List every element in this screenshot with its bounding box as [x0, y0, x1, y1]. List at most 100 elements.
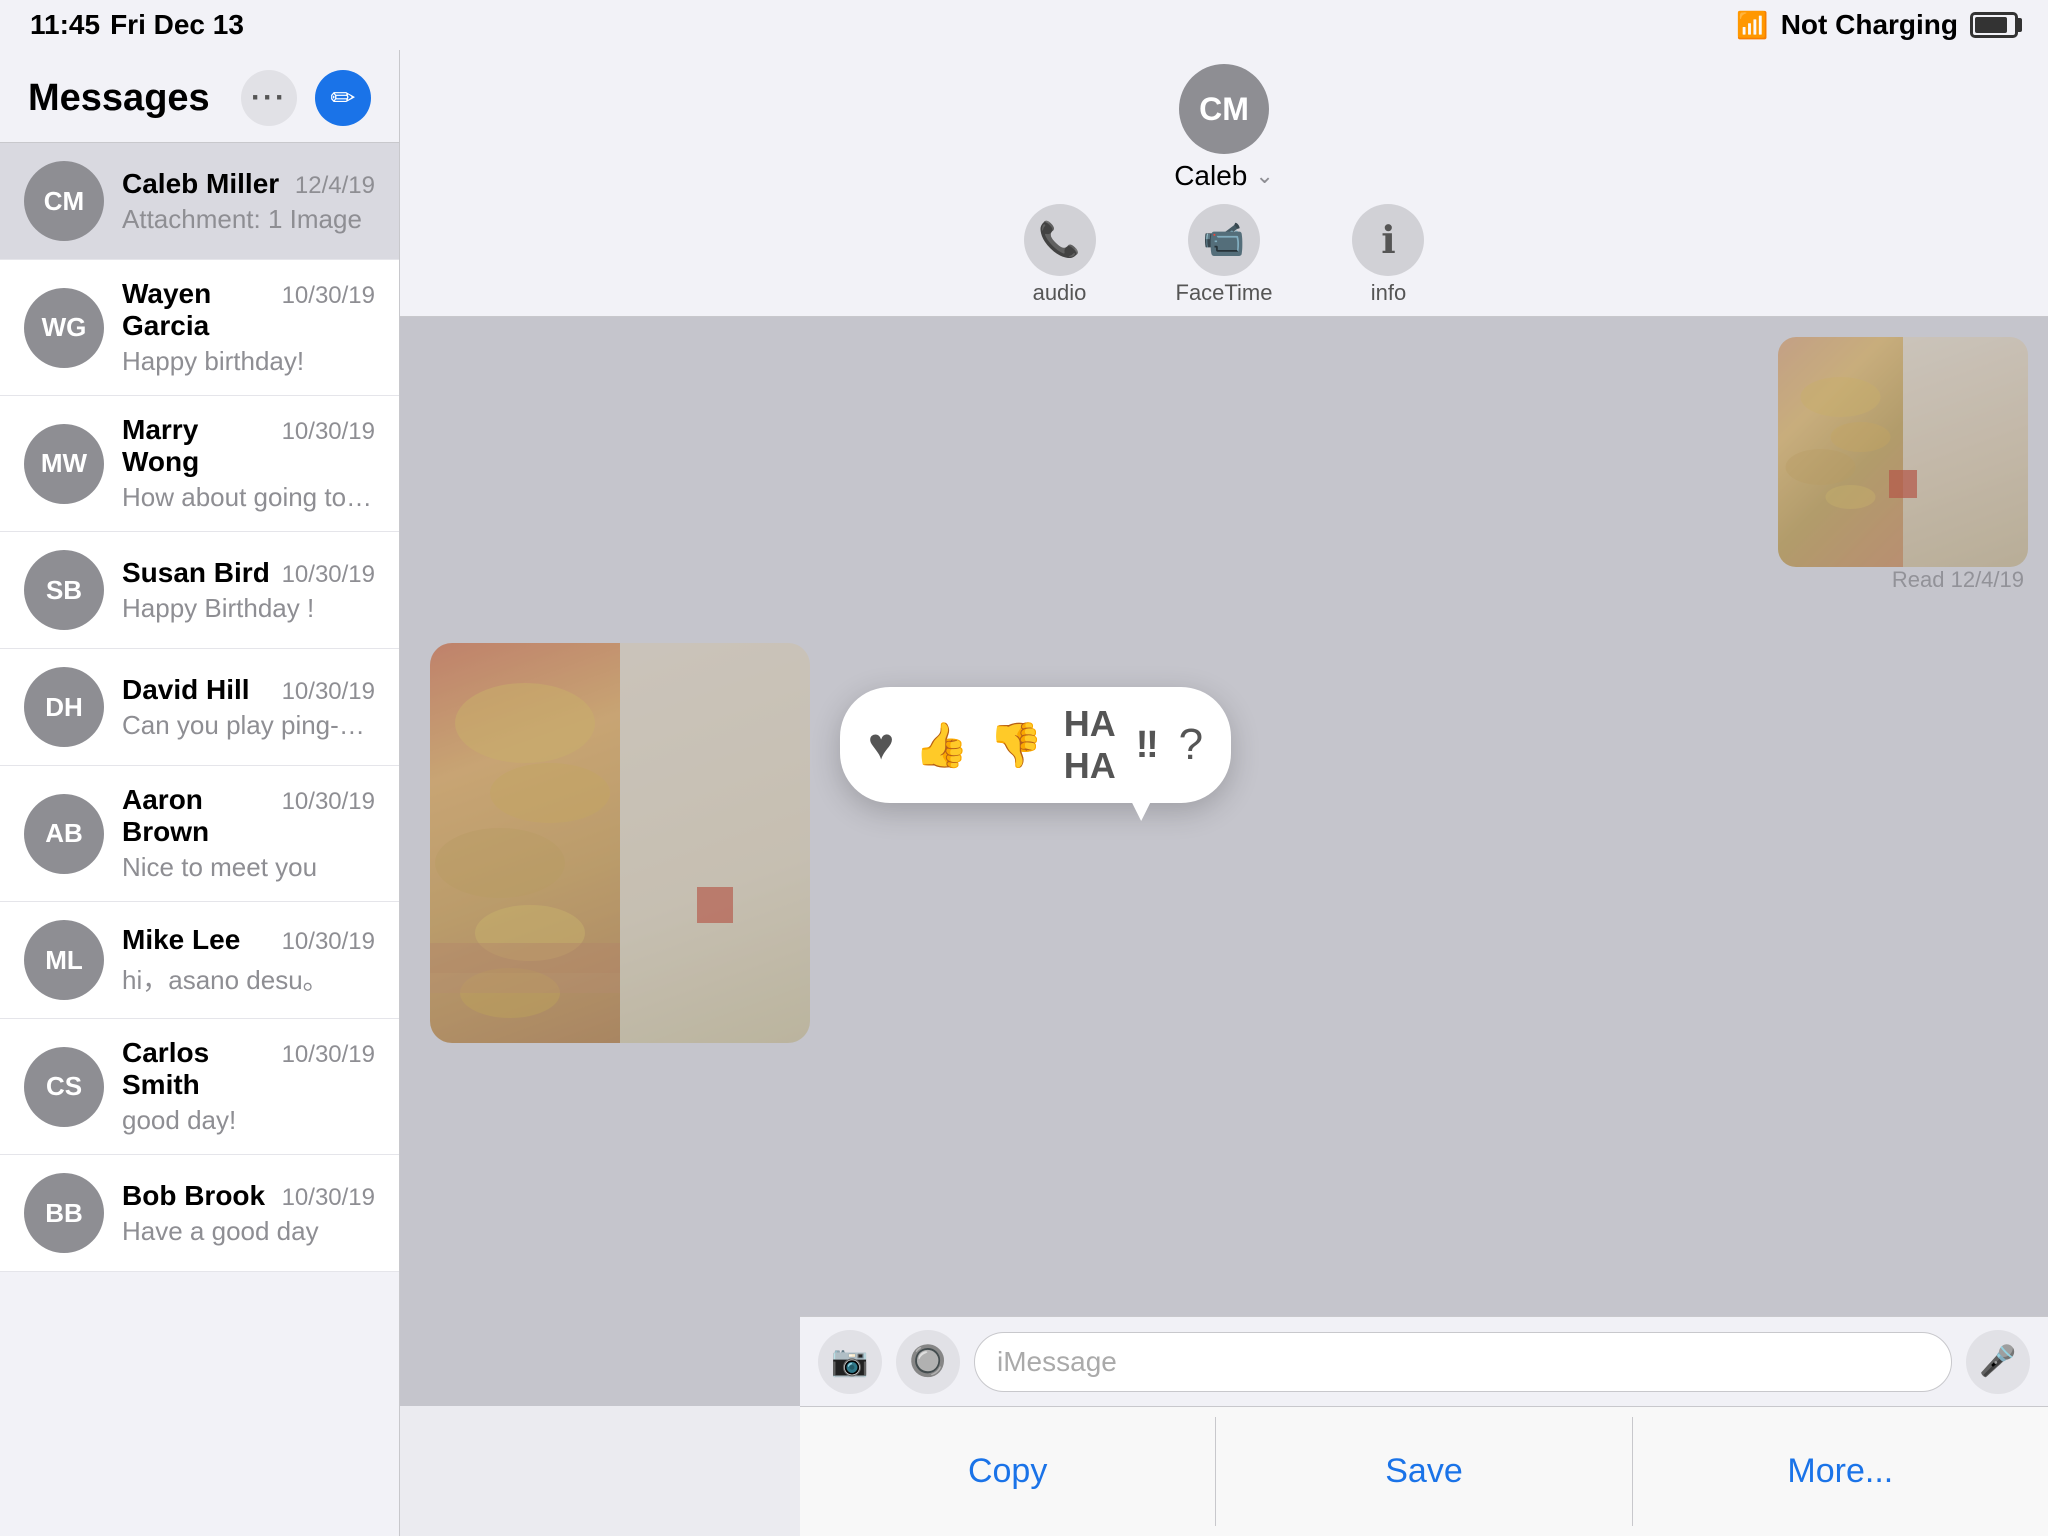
- conv-content: Caleb Miller 12/4/19 Attachment: 1 Image: [122, 168, 375, 235]
- chat-area: CM Caleb ⌄ 📞 audio 📹 FaceTime ℹ info: [400, 50, 2048, 1536]
- imessage-input[interactable]: iMessage: [974, 1332, 1952, 1392]
- info-action-button[interactable]: ℹ info: [1352, 204, 1424, 306]
- tapback-thumbsdown[interactable]: 👎: [989, 719, 1044, 771]
- conv-preview: Have a good day: [122, 1216, 375, 1247]
- chat-header: CM Caleb ⌄ 📞 audio 📹 FaceTime ℹ info: [400, 50, 2048, 317]
- input-bar: 📷 🔘 iMessage 🎤: [800, 1316, 2048, 1406]
- conversation-item-ab[interactable]: AB Aaron Brown 10/30/19 Nice to meet you: [0, 766, 399, 902]
- imessage-placeholder: iMessage: [997, 1346, 1117, 1378]
- avatar-bb: BB: [24, 1173, 104, 1253]
- overlay-dim: [400, 317, 2048, 1406]
- more-button[interactable]: ···: [241, 70, 297, 126]
- conv-date: 10/30/19: [282, 418, 375, 446]
- tapback-heart[interactable]: ♥: [868, 720, 894, 770]
- conv-name: Bob Brook: [122, 1180, 265, 1212]
- facetime-action-button[interactable]: 📹 FaceTime: [1176, 204, 1273, 306]
- avatar-mw: MW: [24, 424, 104, 504]
- conversation-item-sb[interactable]: SB Susan Bird 10/30/19 Happy Birthday !: [0, 532, 399, 649]
- tapback-question[interactable]: ?: [1179, 720, 1203, 770]
- sidebar-header: Messages ··· ✏: [0, 50, 399, 143]
- conv-name: Carlos Smith: [122, 1037, 282, 1101]
- conv-top: Marry Wong 10/30/19: [122, 414, 375, 478]
- contact-name: Caleb: [1174, 160, 1247, 192]
- conversation-item-wg[interactable]: WG Wayen Garcia 10/30/19 Happy birthday!: [0, 260, 399, 396]
- conversations-list: CM Caleb Miller 12/4/19 Attachment: 1 Im…: [0, 143, 399, 1536]
- status-left: 11:45 Fri Dec 13: [30, 9, 244, 41]
- action-sheet: Copy Save More...: [800, 1406, 2048, 1536]
- conv-content: Carlos Smith 10/30/19 good day!: [122, 1037, 375, 1136]
- conv-top: Carlos Smith 10/30/19: [122, 1037, 375, 1101]
- audio-icon: 📞: [1024, 204, 1096, 276]
- conv-preview: Nice to meet you: [122, 852, 375, 883]
- contact-name-row[interactable]: Caleb ⌄: [1174, 160, 1274, 192]
- info-icon: ℹ: [1352, 204, 1424, 276]
- conv-preview: Can you play ping-pong?: [122, 710, 375, 741]
- status-bar: 11:45 Fri Dec 13 📶 Not Charging: [0, 0, 2048, 50]
- conv-date: 10/30/19: [282, 561, 375, 589]
- copy-button[interactable]: Copy: [800, 1407, 1215, 1536]
- conv-content: Bob Brook 10/30/19 Have a good day: [122, 1180, 375, 1247]
- conv-date: 10/30/19: [282, 678, 375, 706]
- conversation-item-dh[interactable]: DH David Hill 10/30/19 Can you play ping…: [0, 649, 399, 766]
- conv-name: Wayen Garcia: [122, 278, 282, 342]
- avatar-dh: DH: [24, 667, 104, 747]
- apps-button[interactable]: 🔘: [896, 1330, 960, 1394]
- tapback-thumbsup[interactable]: 👍: [914, 719, 969, 771]
- avatar-cs: CS: [24, 1047, 104, 1127]
- conversation-item-cs[interactable]: CS Carlos Smith 10/30/19 good day!: [0, 1019, 399, 1155]
- contact-initials: CM: [1199, 91, 1249, 128]
- conv-preview: good day!: [122, 1105, 375, 1136]
- avatar-wg: WG: [24, 288, 104, 368]
- tapback-haha[interactable]: HAHA: [1064, 703, 1116, 787]
- more-icon: ···: [251, 81, 287, 115]
- audio-action-button[interactable]: 📞 audio: [1024, 204, 1096, 306]
- conv-top: Caleb Miller 12/4/19: [122, 168, 375, 200]
- conv-preview: Happy Birthday !: [122, 593, 375, 624]
- conv-top: Wayen Garcia 10/30/19: [122, 278, 375, 342]
- conv-date: 10/30/19: [282, 282, 375, 310]
- conv-name: Marry Wong: [122, 414, 282, 478]
- conv-name: Aaron Brown: [122, 784, 282, 848]
- time: 11:45: [30, 9, 100, 41]
- conv-date: 10/30/19: [282, 1041, 375, 1069]
- info-label: info: [1371, 280, 1406, 306]
- conv-date: 10/30/19: [282, 1184, 375, 1212]
- conversation-item-bb[interactable]: BB Bob Brook 10/30/19 Have a good day: [0, 1155, 399, 1272]
- conv-content: Marry Wong 10/30/19 How about going to p…: [122, 414, 375, 513]
- more-options-button[interactable]: More...: [1633, 1407, 2048, 1536]
- sidebar-actions: ··· ✏: [241, 70, 371, 126]
- conversation-item-mw[interactable]: MW Marry Wong 10/30/19 How about going t…: [0, 396, 399, 532]
- tapback-emphasis[interactable]: ‼: [1136, 724, 1159, 767]
- contact-avatar-large: CM: [1179, 64, 1269, 154]
- conv-top: David Hill 10/30/19: [122, 674, 375, 706]
- conv-top: Aaron Brown 10/30/19: [122, 784, 375, 848]
- battery-fill: [1975, 17, 2007, 33]
- conv-content: Mike Lee 10/30/19 hi，asano desu。: [122, 924, 375, 997]
- compose-icon: ✏: [330, 81, 355, 116]
- avatar-cm: CM: [24, 161, 104, 241]
- conv-preview: Attachment: 1 Image: [122, 204, 375, 235]
- conv-preview: Happy birthday!: [122, 346, 375, 377]
- conv-preview: How about going to pub today?: [122, 482, 375, 513]
- conversation-item-ml[interactable]: ML Mike Lee 10/30/19 hi，asano desu。: [0, 902, 399, 1019]
- save-button[interactable]: Save: [1216, 1407, 1631, 1536]
- audio-label: audio: [1033, 280, 1087, 306]
- charging-label: Not Charging: [1781, 9, 1958, 41]
- conv-name: Susan Bird: [122, 557, 270, 589]
- facetime-icon: 📹: [1188, 204, 1260, 276]
- sidebar: Messages ··· ✏ CM Caleb Miller 12/4/19 A…: [0, 50, 400, 1536]
- camera-button[interactable]: 📷: [818, 1330, 882, 1394]
- conversation-item-cm[interactable]: CM Caleb Miller 12/4/19 Attachment: 1 Im…: [0, 143, 399, 260]
- date: Fri Dec 13: [110, 9, 244, 41]
- audio-record-button[interactable]: 🎤: [1966, 1330, 2030, 1394]
- chat-actions: 📞 audio 📹 FaceTime ℹ info: [1024, 204, 1425, 306]
- chevron-down-icon: ⌄: [1255, 163, 1273, 189]
- conv-top: Mike Lee 10/30/19: [122, 924, 375, 956]
- avatar-ab: AB: [24, 794, 104, 874]
- sidebar-title: Messages: [28, 77, 210, 120]
- compose-button[interactable]: ✏: [315, 70, 371, 126]
- conv-date: 10/30/19: [282, 788, 375, 816]
- wifi-icon: 📶: [1736, 10, 1768, 41]
- avatar-ml: ML: [24, 920, 104, 1000]
- status-right: 📶 Not Charging: [1736, 9, 2018, 41]
